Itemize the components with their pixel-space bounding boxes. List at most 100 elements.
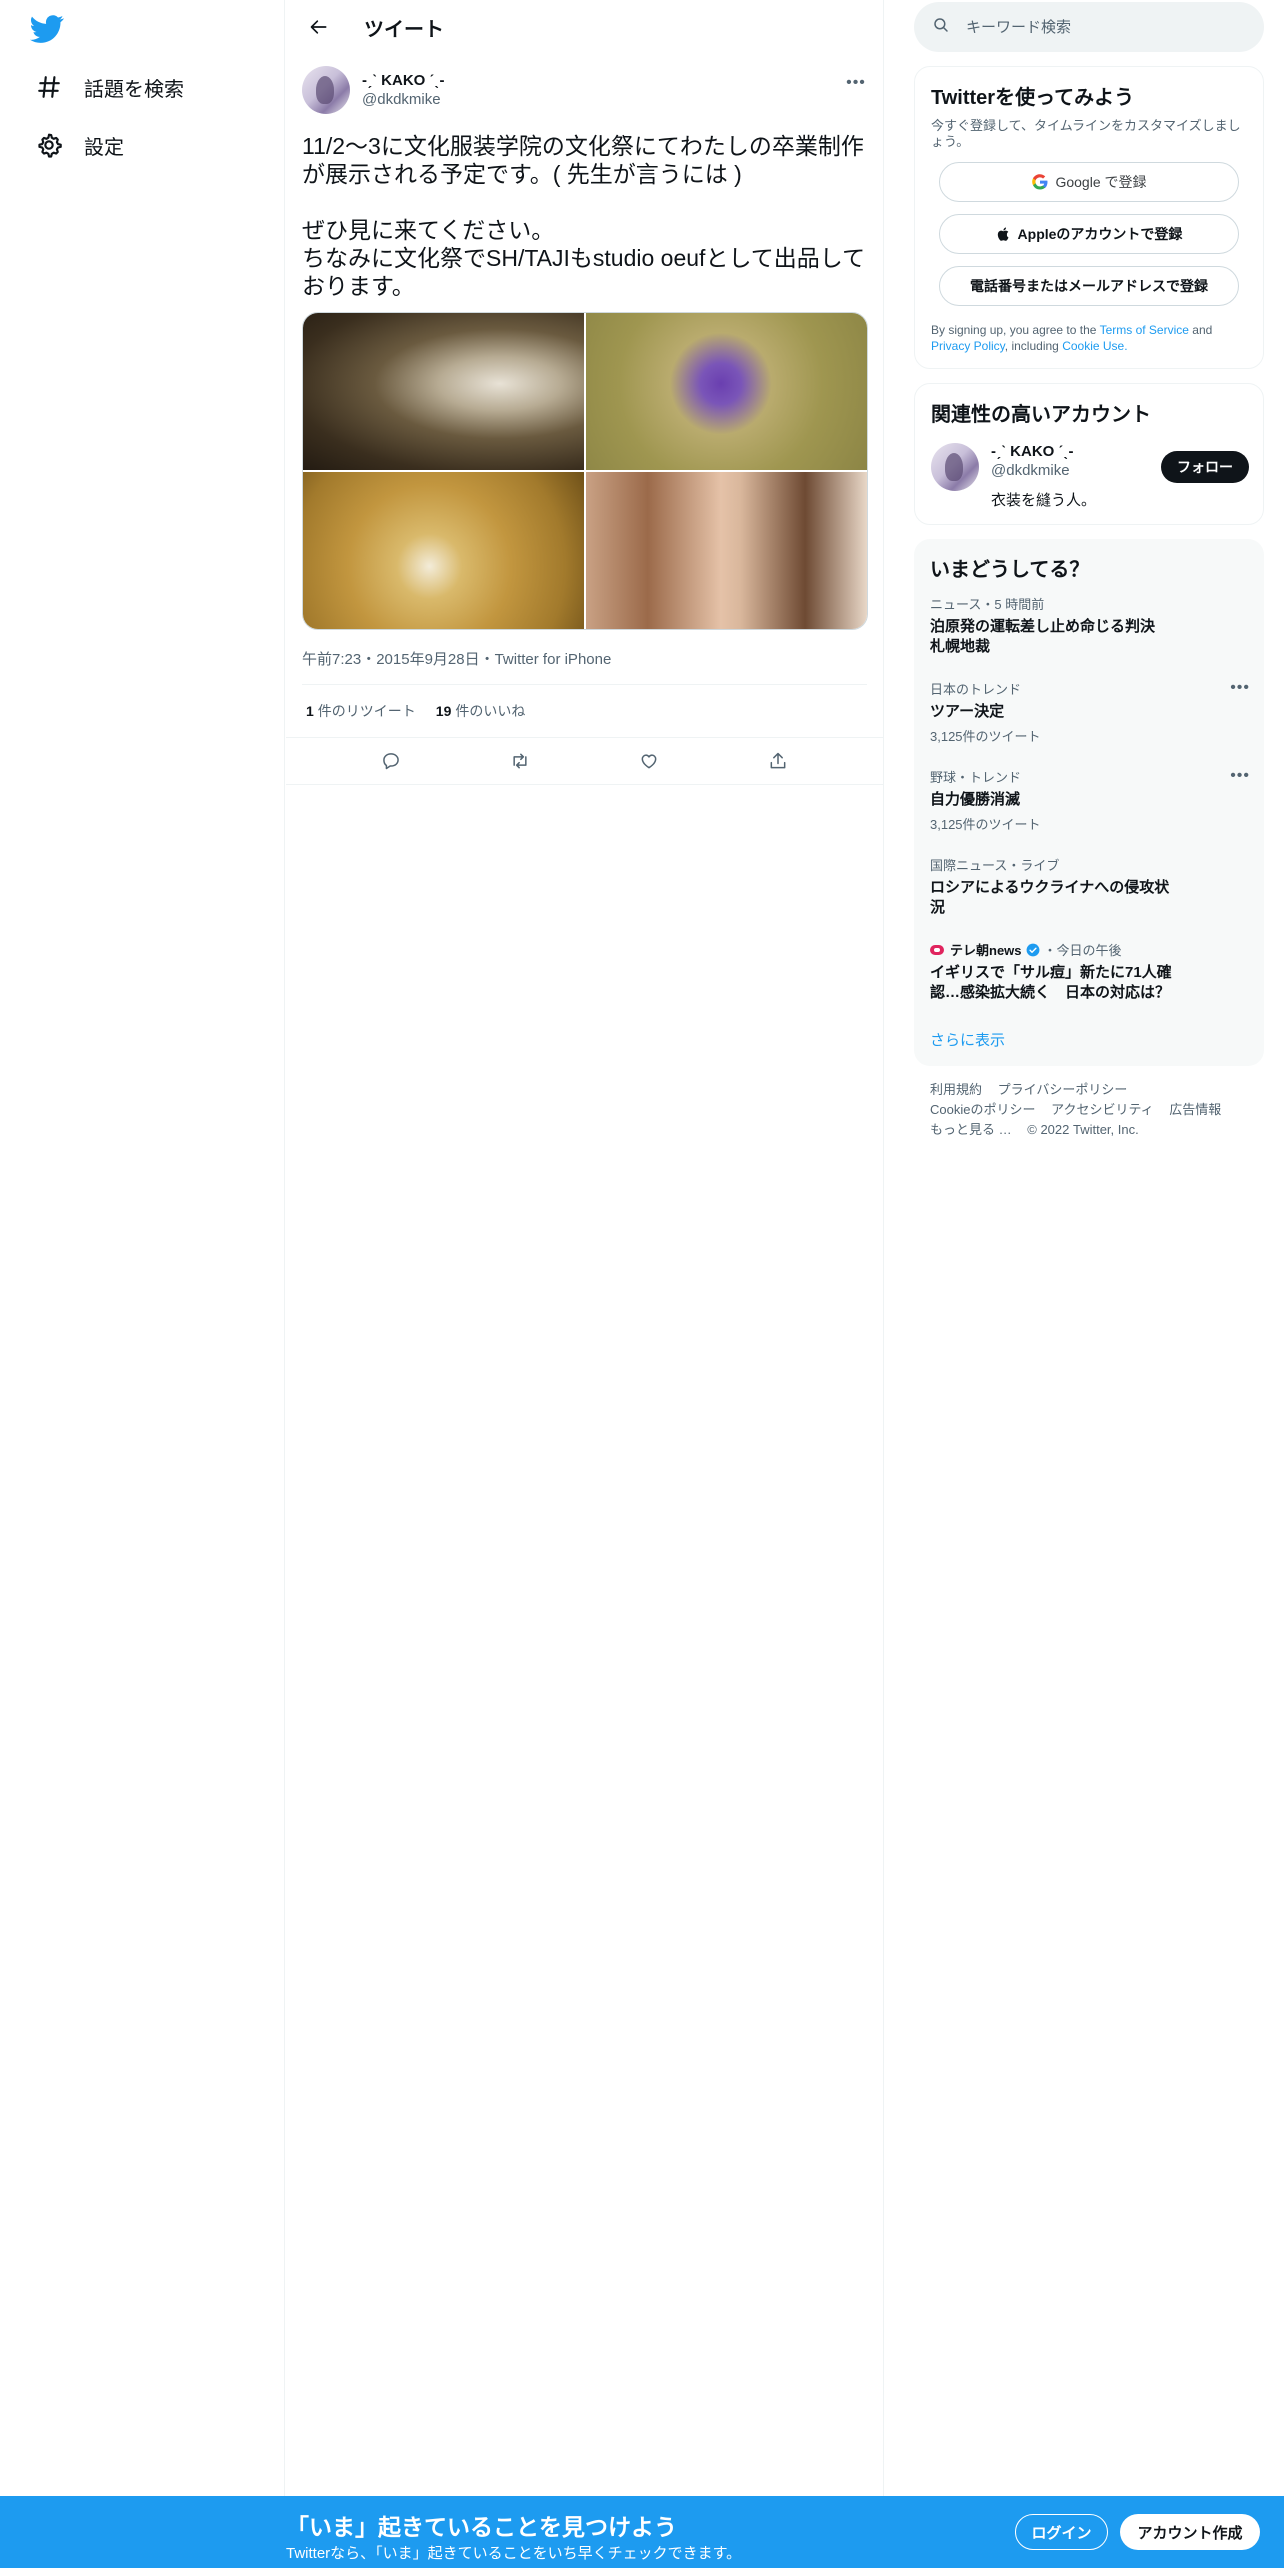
more-options-icon[interactable]: ••• — [845, 72, 867, 94]
verified-badge-icon — [1026, 943, 1040, 957]
right-sidebar: Twitterを使ってみよう 今すぐ登録して、タイムラインをカスタマイズしましょ… — [914, 0, 1264, 1140]
media-photo-1[interactable] — [303, 313, 584, 470]
retweets-stat[interactable]: 1 件のリツイート — [306, 701, 416, 721]
nav-explore-label: 話題を検索 — [84, 78, 184, 101]
tweet-actions — [286, 737, 883, 785]
show-more-link[interactable]: さらに表示 — [914, 1013, 1264, 1058]
footer-link-terms[interactable]: 利用規約 — [930, 1082, 982, 1097]
left-nav: 話題を検索 設定 — [0, 0, 285, 2496]
twitter-logo-icon[interactable] — [30, 12, 68, 46]
related-accounts-card: 関連性の高いアカウント -ˏˋ KAKO ˊˎ- @dkdkmike 衣装を縫う… — [914, 383, 1264, 525]
signup-card: Twitterを使ってみよう 今すぐ登録して、タイムラインをカスタマイズしましょ… — [914, 66, 1264, 369]
footer-link-accessibility[interactable]: アクセシビリティ — [1051, 1102, 1154, 1117]
trends-title: いまどうしてる？ — [930, 559, 1090, 581]
likes-label: 件のいいね — [455, 703, 526, 719]
more-options-icon[interactable]: ••• — [1230, 679, 1250, 697]
author-names: -ˏˋ KAKO ˊˎ- @dkdkmike — [362, 72, 444, 108]
login-button[interactable]: ログイン — [1015, 2514, 1108, 2550]
footer-link-privacy[interactable]: プライバシーポリシー — [998, 1082, 1128, 1097]
footer-line-1: 利用規約 プライバシーポリシー — [930, 1080, 1248, 1100]
google-signup-button[interactable]: Google で登録 — [939, 162, 1239, 202]
trend-item[interactable]: 野球・トレンド 自力優勝消滅 3,125件のツイート ••• — [914, 755, 1264, 843]
trend-category: 野球・トレンド — [930, 770, 1022, 785]
avatar[interactable] — [302, 66, 350, 114]
related-account-text: -ˏˋ KAKO ˊˎ- @dkdkmike 衣装を縫う人。 — [991, 443, 1096, 510]
trend-item[interactable]: 日本のトレンド ツアー決定 3,125件のツイート ••• — [914, 667, 1264, 755]
author-handle[interactable]: @dkdkmike — [362, 91, 444, 108]
main-header: ツイート — [286, 0, 883, 54]
search-input[interactable] — [966, 18, 1226, 36]
footer-copyright: © 2022 Twitter, Inc. — [1027, 1122, 1139, 1137]
trends-card: いまどうしてる？ ニュース・5 時間前 泊原発の運転差し止め命じる判決 札幌地裁… — [914, 539, 1264, 1066]
apple-signup-button[interactable]: Appleのアカウントで登録 — [939, 214, 1239, 254]
trend-count: 3,125件のツイート — [930, 817, 1041, 832]
follow-button[interactable]: フォロー — [1161, 451, 1249, 483]
reply-icon[interactable] — [374, 744, 408, 778]
tweet-text: 11/2〜3に文化服装学院の文化祭にてわたしの卒業制作が展示される予定です。( … — [302, 133, 866, 299]
trend-title: ロシアによるウクライナへの侵攻状況 — [930, 879, 1170, 916]
apple-icon — [996, 226, 1012, 242]
nav-settings-label: 設定 — [84, 136, 124, 159]
media-grid — [302, 312, 868, 630]
media-photo-4[interactable] — [586, 472, 867, 629]
phone-signup-label: 電話番号またはメールアドレスで登録 — [970, 278, 1208, 294]
related-account[interactable]: -ˏˋ KAKO ˊˎ- @dkdkmike 衣装を縫う人。 フォロー — [931, 443, 1249, 510]
phone-email-signup-button[interactable]: 電話番号またはメールアドレスで登録 — [939, 266, 1239, 306]
hashtag-icon — [34, 72, 64, 102]
author-name[interactable]: -ˏˋ KAKO ˊˎ- — [362, 72, 444, 89]
google-icon — [1031, 173, 1049, 191]
trend-source-time: ・今日の午後 — [1043, 943, 1122, 958]
nav-explore[interactable]: 話題を検索 — [26, 58, 198, 116]
trend-item[interactable]: テレ朝news ・今日の午後 イギリスで「サル痘」新たに71人確認…感染拡大続く… — [914, 928, 1264, 1013]
page-title: ツイート — [364, 18, 444, 41]
retweet-icon[interactable] — [503, 744, 537, 778]
footer-line-2: Cookieのポリシー アクセシビリティ 広告情報 — [930, 1100, 1248, 1120]
terms-prefix: By signing up, you agree to the — [931, 323, 1097, 337]
trend-category: 日本のトレンド — [930, 682, 1022, 697]
related-handle[interactable]: @dkdkmike — [991, 462, 1096, 479]
search-icon — [932, 16, 950, 39]
footer-line-3: もっと見る … © 2022 Twitter, Inc. — [930, 1120, 1248, 1140]
search-box — [914, 2, 1264, 52]
privacy-link[interactable]: Privacy Policy — [931, 339, 1005, 353]
terms-and: and — [1192, 323, 1213, 337]
news-source-icon — [930, 944, 944, 955]
apple-signup-label: Appleのアカウントで登録 — [1017, 226, 1183, 242]
create-account-button[interactable]: アカウント作成 — [1120, 2514, 1260, 2550]
signup-card-title: Twitterを使ってみよう — [931, 87, 1135, 109]
avatar[interactable] — [931, 443, 979, 491]
like-icon[interactable] — [632, 744, 666, 778]
retweets-count: 1 — [306, 703, 314, 719]
bottom-bar-title: 「いま」起きていることを見つけよう — [286, 2514, 677, 2540]
terms-link[interactable]: Terms of Service — [1100, 323, 1189, 337]
trend-item[interactable]: 国際ニュース・ライブ ロシアによるウクライナへの侵攻状況 — [914, 843, 1264, 928]
likes-stat[interactable]: 19 件のいいね — [436, 701, 526, 721]
footer-more-link[interactable]: もっと見る … — [930, 1122, 1012, 1137]
trend-category: ニュース・5 時間前 — [930, 597, 1045, 612]
footer-links: 利用規約 プライバシーポリシー Cookieのポリシー アクセシビリティ 広告情… — [914, 1080, 1264, 1140]
trend-source: テレ朝news ・今日の午後 — [930, 940, 1248, 959]
footer-link-cookie[interactable]: Cookieのポリシー — [930, 1102, 1035, 1117]
trend-count: 3,125件のツイート — [930, 729, 1041, 744]
trend-item[interactable]: ニュース・5 時間前 泊原発の運転差し止め命じる判決 札幌地裁 — [914, 582, 1264, 667]
tweet-timestamp[interactable]: 午前7:23・2015年9月28日・Twitter for iPhone — [302, 648, 867, 668]
more-options-icon[interactable]: ••• — [1230, 767, 1250, 785]
trend-category: 国際ニュース・ライブ — [930, 858, 1060, 873]
trend-source-name: テレ朝news — [950, 943, 1022, 958]
media-photo-2[interactable] — [586, 313, 867, 470]
related-name[interactable]: -ˏˋ KAKO ˊˎ- — [991, 443, 1096, 460]
tweet-author: -ˏˋ KAKO ˊˎ- @dkdkmike ••• — [302, 64, 867, 116]
back-arrow-icon[interactable] — [302, 10, 336, 44]
nav-settings[interactable]: 設定 — [26, 116, 138, 174]
share-icon[interactable] — [761, 744, 795, 778]
terms-including: , including — [1004, 339, 1059, 353]
tweet: -ˏˋ KAKO ˊˎ- @dkdkmike ••• 11/2〜3に文化服装学院… — [286, 54, 883, 785]
trend-title: 泊原発の運転差し止め命じる判決 札幌地裁 — [930, 618, 1171, 655]
main-column: ツイート -ˏˋ KAKO ˊˎ- @dkdkmike ••• 11/2〜3に文… — [286, 0, 884, 2496]
likes-count: 19 — [435, 703, 452, 719]
trend-title: イギリスで「サル痘」新たに71人確認…感染拡大続く 日本の対応は？ — [930, 964, 1172, 1001]
footer-link-ads[interactable]: 広告情報 — [1169, 1102, 1221, 1117]
bottom-bar-subtitle: Twitterなら、「いま」起きていることをいち早くチェックできます。 — [286, 2545, 742, 2562]
media-photo-3[interactable] — [303, 472, 584, 629]
cookie-link[interactable]: Cookie Use. — [1062, 339, 1127, 353]
